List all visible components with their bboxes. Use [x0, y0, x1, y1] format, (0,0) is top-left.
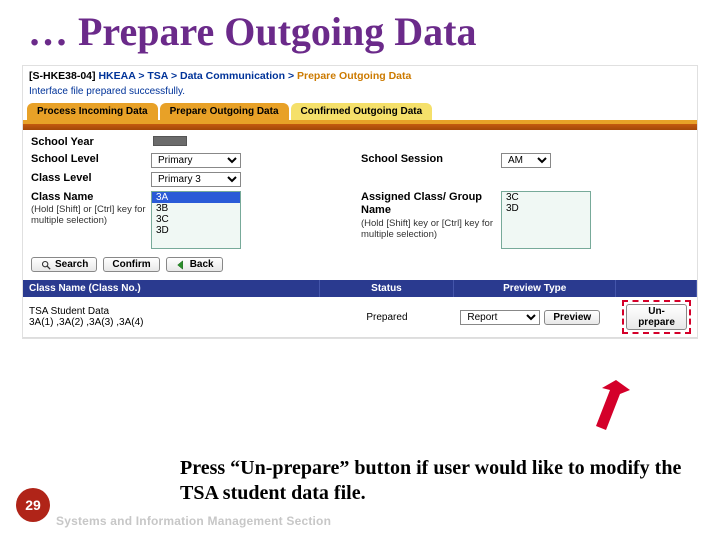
back-arrow-icon	[175, 260, 187, 270]
breadcrumb-datacomm[interactable]: Data Communication	[180, 70, 285, 82]
confirm-button-label: Confirm	[112, 259, 150, 270]
list-item[interactable]: 3C	[152, 214, 240, 225]
class-level-label: Class Level	[31, 172, 151, 185]
school-level-select[interactable]: Primary	[151, 153, 241, 168]
assigned-class-hint: (Hold [Shift] key or [Ctrl] key for mult…	[361, 218, 501, 240]
screen-code: [S-HKE38-04]	[29, 70, 96, 82]
app-screenshot: [S-HKE38-04] HKEAA > TSA > Data Communic…	[22, 65, 698, 339]
col-actions	[616, 280, 697, 297]
assigned-class-listbox[interactable]: 3C 3D	[501, 191, 591, 249]
breadcrumb-sep: >	[288, 70, 297, 82]
cell-class-name: TSA Student Data 3A(1) ,3A(2) ,3A(3) ,3A…	[23, 303, 320, 331]
class-name-label: Class Name	[31, 191, 151, 204]
list-item[interactable]: 3B	[152, 203, 240, 214]
cell-status: Prepared	[320, 309, 455, 326]
row-detail: 3A(1) ,3A(2) ,3A(3) ,3A(4)	[29, 317, 314, 328]
status-message: Interface file prepared successfully.	[23, 84, 697, 103]
tab-prepare-outgoing[interactable]: Prepare Outgoing Data	[160, 103, 289, 120]
breadcrumb-current: Prepare Outgoing Data	[297, 70, 411, 82]
col-status: Status	[320, 280, 455, 297]
confirm-button[interactable]: Confirm	[103, 257, 159, 272]
footer-text: Systems and Information Management Secti…	[56, 514, 331, 528]
page-number-badge: 29	[16, 488, 50, 522]
tab-confirmed-outgoing[interactable]: Confirmed Outgoing Data	[291, 103, 433, 120]
list-item[interactable]: 3D	[152, 225, 240, 236]
row-title: TSA Student Data	[29, 306, 314, 317]
callout-arrow-icon	[576, 378, 636, 438]
back-button[interactable]: Back	[166, 257, 223, 272]
school-session-label: School Session	[361, 153, 501, 166]
back-button-label: Back	[190, 259, 214, 270]
unprepare-highlight: Un-prepare	[622, 300, 691, 334]
slide-title: … Prepare Outgoing Data	[0, 0, 720, 59]
unprepare-button[interactable]: Un-prepare	[626, 304, 687, 330]
assigned-class-label: Assigned Class/ Group Name	[361, 191, 501, 217]
school-year-value	[151, 136, 361, 147]
result-grid-header: Class Name (Class No.) Status Preview Ty…	[23, 280, 697, 297]
redacted-year	[153, 136, 187, 146]
list-item[interactable]: 3C	[502, 192, 590, 203]
search-icon	[40, 260, 52, 270]
class-name-hint: (Hold [Shift] or [Ctrl] key for multiple…	[31, 204, 151, 226]
tab-bar: Process Incoming Data Prepare Outgoing D…	[23, 103, 697, 120]
breadcrumb-tsa[interactable]: TSA	[147, 70, 168, 82]
col-class-name: Class Name (Class No.)	[23, 280, 320, 297]
school-session-select[interactable]: AM	[501, 153, 551, 168]
breadcrumb-hkeaa[interactable]: HKEAA	[98, 70, 135, 82]
breadcrumb-sep: >	[171, 70, 180, 82]
class-name-listbox[interactable]: 3A 3B 3C 3D	[151, 191, 241, 249]
cell-unprepare: Un-prepare	[616, 297, 697, 337]
breadcrumb: [S-HKE38-04] HKEAA > TSA > Data Communic…	[23, 66, 697, 84]
cell-preview: Report Preview	[454, 307, 616, 328]
tab-process-incoming[interactable]: Process Incoming Data	[27, 103, 158, 120]
slide-caption: Press “Un-prepare” button if user would …	[180, 456, 690, 506]
action-row: Search Confirm Back	[23, 253, 697, 276]
school-level-label: School Level	[31, 153, 151, 166]
list-item[interactable]: 3A	[152, 192, 240, 203]
search-button-label: Search	[55, 259, 88, 270]
preview-type-select[interactable]: Report	[460, 310, 540, 325]
class-level-select[interactable]: Primary 3	[151, 172, 241, 187]
search-button[interactable]: Search	[31, 257, 97, 272]
col-preview-type: Preview Type	[454, 280, 616, 297]
table-row: TSA Student Data 3A(1) ,3A(2) ,3A(3) ,3A…	[23, 297, 697, 338]
preview-button[interactable]: Preview	[544, 310, 600, 325]
list-item[interactable]: 3D	[502, 203, 590, 214]
school-year-label: School Year	[31, 136, 151, 149]
filter-form: School Year School Level Primary School …	[23, 130, 697, 253]
